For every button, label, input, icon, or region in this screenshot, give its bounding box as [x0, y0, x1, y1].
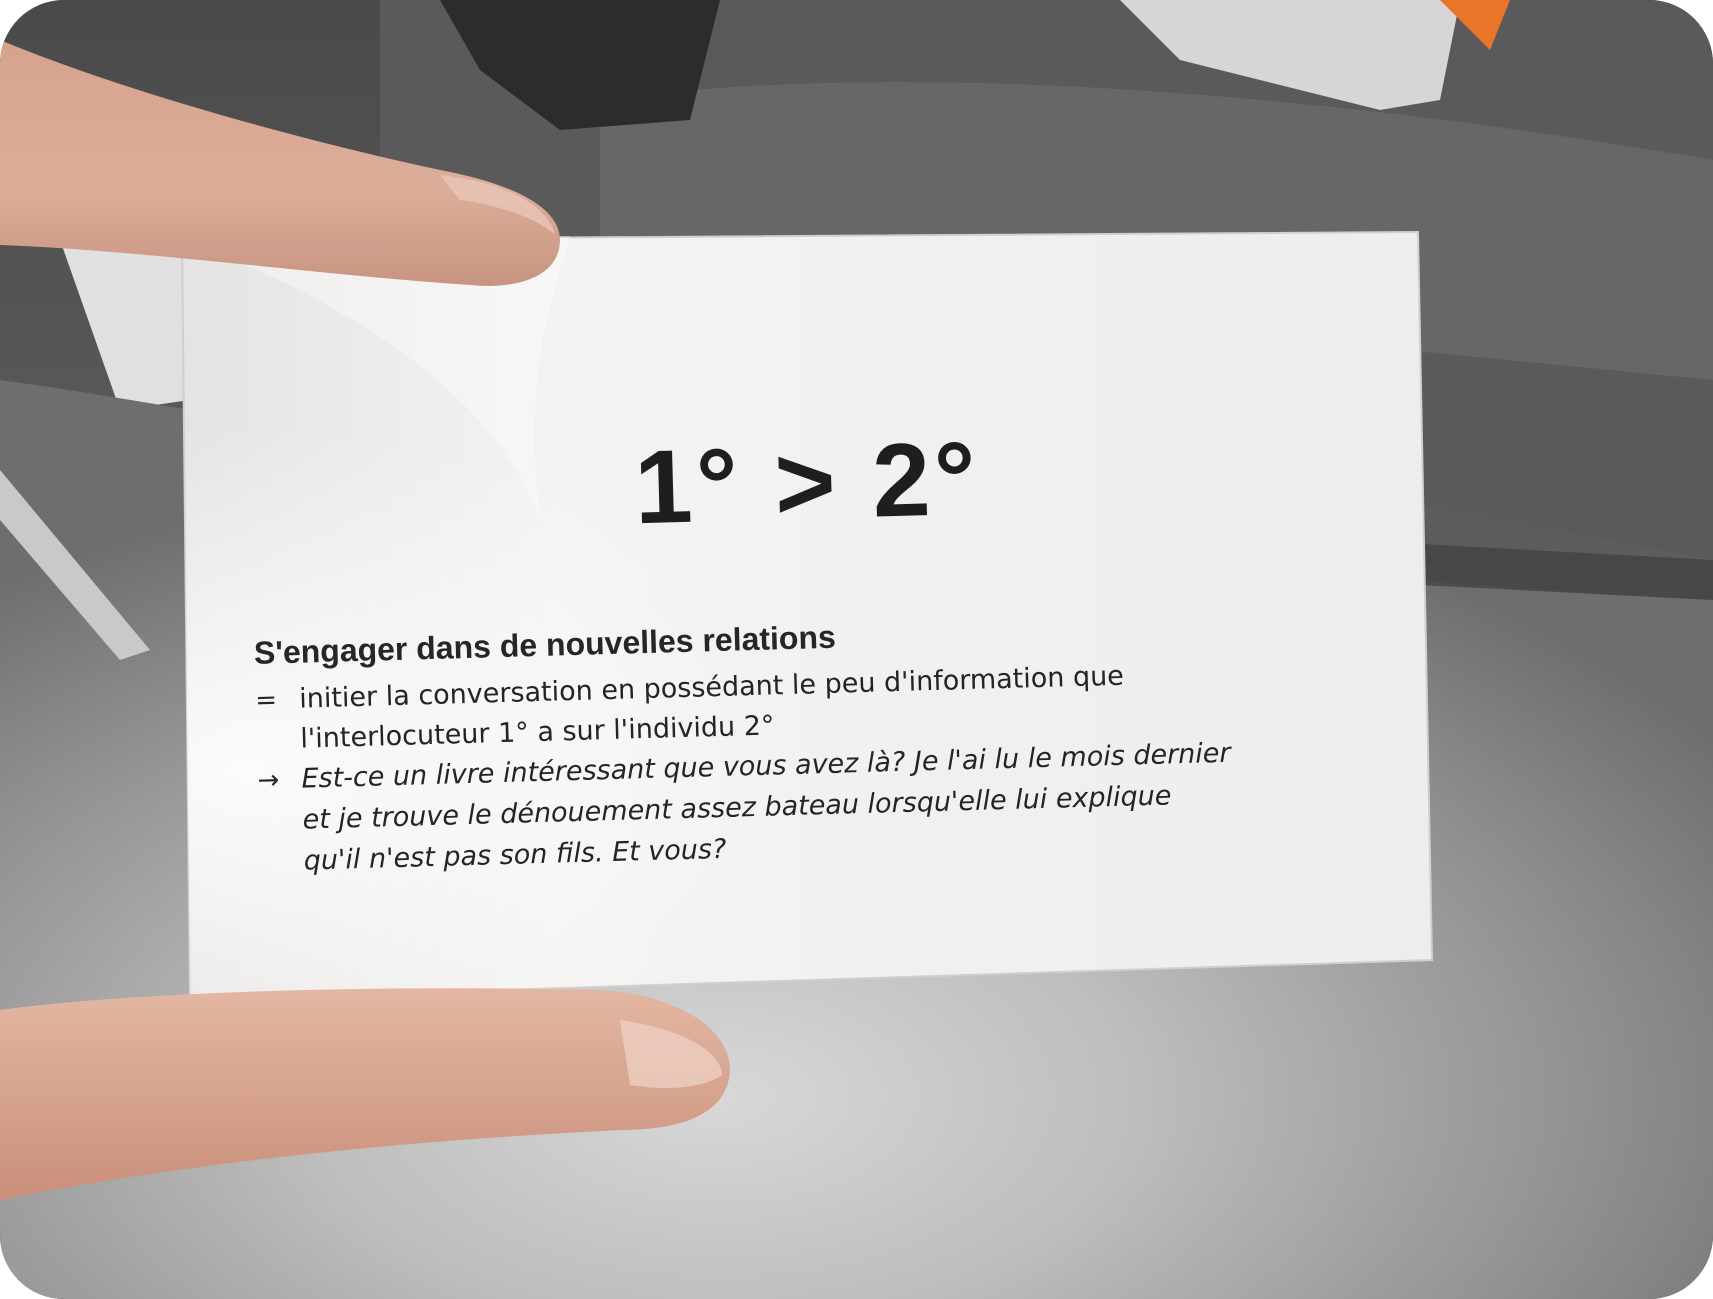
photo-scene	[0, 0, 1713, 1299]
card-light	[182, 232, 1432, 1000]
photo-frame: 1° > 2° S'engager dans de nouvelles rela…	[0, 0, 1713, 1299]
